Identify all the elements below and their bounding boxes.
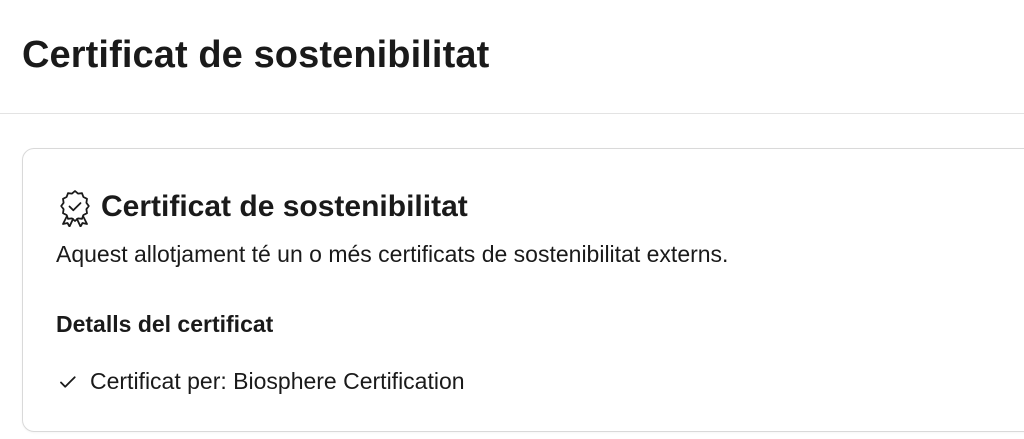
certificate-details-heading: Detalls del certificat xyxy=(56,311,274,337)
certificate-detail-item: Certificat per: Biosphere Certification xyxy=(56,368,465,395)
award-badge-icon xyxy=(55,187,95,228)
page: Certificat de sostenibilitat Certificat … xyxy=(0,0,1024,439)
page-title: Certificat de sostenibilitat xyxy=(22,34,490,76)
card-title-row: Certificat de sostenibilitat xyxy=(55,187,468,228)
certificate-detail-text: Certificat per: Biosphere Certification xyxy=(90,368,465,394)
page-header: Certificat de sostenibilitat xyxy=(0,0,1024,114)
sustainability-certificate-card: Certificat de sostenibilitat Aquest allo… xyxy=(22,148,1024,432)
card-description: Aquest allotjament té un o més certifica… xyxy=(56,241,729,267)
checkmark-icon xyxy=(56,370,80,394)
card-title: Certificat de sostenibilitat xyxy=(101,190,468,223)
